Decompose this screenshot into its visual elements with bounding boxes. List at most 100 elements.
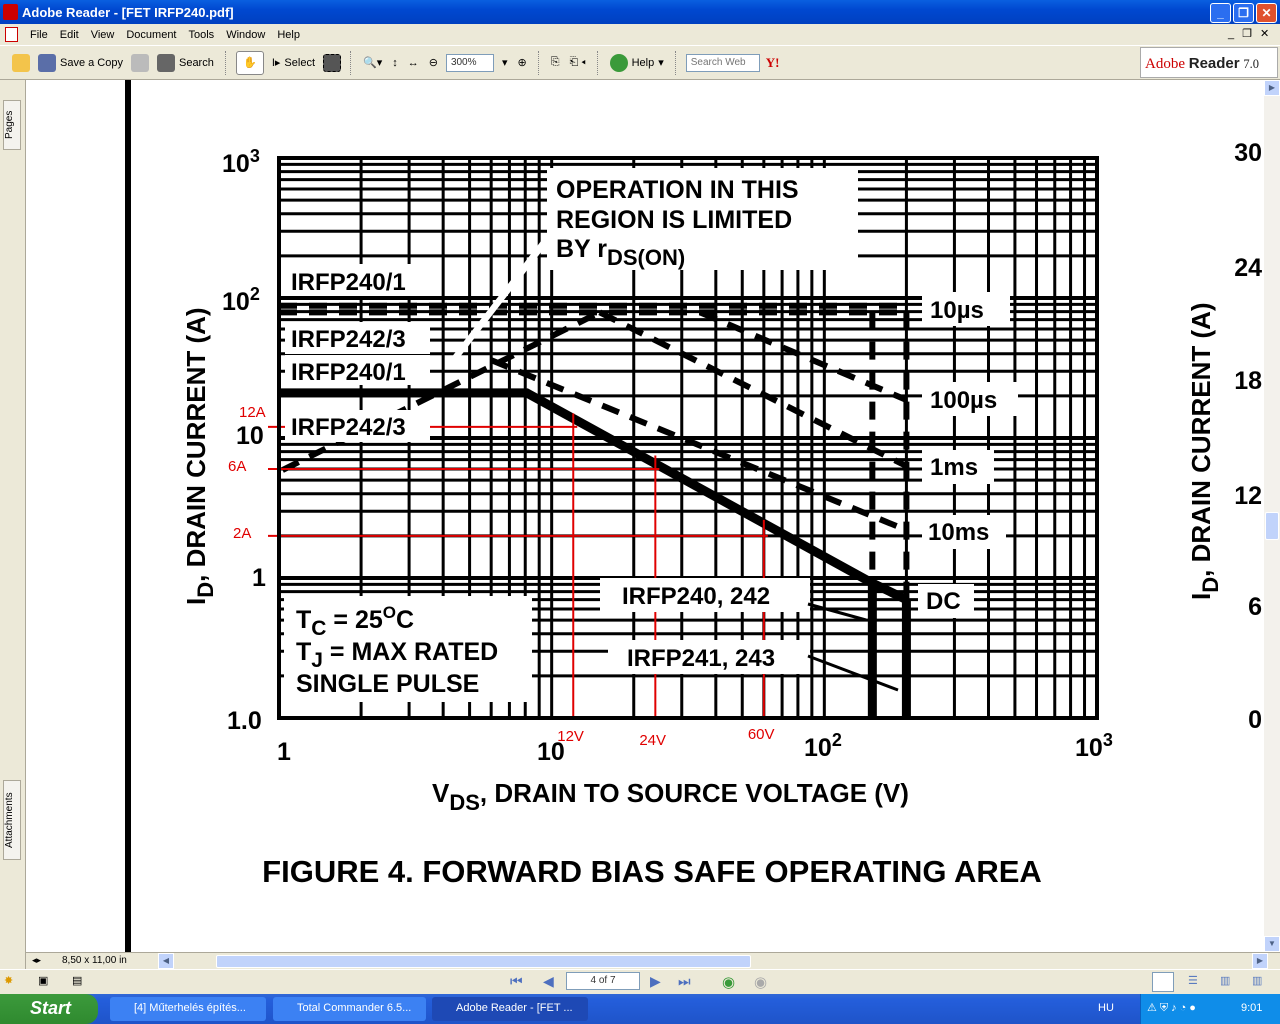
previous-page-button[interactable]: ◀ xyxy=(543,973,554,990)
red-label-voltage: 24V xyxy=(639,732,666,749)
separator xyxy=(596,50,599,75)
right-tick: 12 xyxy=(1234,482,1262,510)
select-label: Select xyxy=(284,56,315,69)
minimize-button[interactable]: _ xyxy=(1210,3,1231,23)
menu-bar: File Edit View Document Tools Window Hel… xyxy=(0,24,1280,45)
scroll-down-button[interactable]: ▼ xyxy=(1264,936,1280,952)
go-back-button[interactable]: ◉ xyxy=(722,973,735,991)
help-button[interactable]: Help ▾ xyxy=(608,51,666,75)
zoom-level-input[interactable]: 300% xyxy=(445,53,494,72)
scroll-left-button[interactable]: ◀ xyxy=(158,953,174,969)
y-tick-100: 102 xyxy=(222,284,260,316)
first-page-button[interactable]: ⏮ xyxy=(510,973,523,990)
y-tick-1000: 103 xyxy=(222,146,260,178)
curve-100-s xyxy=(698,309,908,403)
logo-brand: Adobe xyxy=(1145,56,1185,72)
hand-tool-button[interactable]: ✋ xyxy=(235,50,264,75)
x-tick-1: 1 xyxy=(277,738,291,766)
navigation-pane: Pages Attachments xyxy=(0,80,26,970)
right-tick: 6 xyxy=(1248,593,1262,621)
rotate-page-button[interactable]: ⎘ xyxy=(549,51,562,75)
label-100us: 100µs xyxy=(930,387,997,414)
go-forward-button[interactable]: ◉ xyxy=(754,973,767,991)
sign-icon[interactable]: ✸ xyxy=(4,974,13,987)
right-tick: 0 xyxy=(1248,706,1262,734)
display-icon[interactable]: ▣ xyxy=(38,974,48,987)
pages-tab[interactable]: Pages xyxy=(3,100,21,150)
yahoo-button[interactable]: Y! xyxy=(766,55,780,71)
open-folder-icon[interactable] xyxy=(12,53,30,72)
taskbar-item-total-commander[interactable]: Total Commander 6.5... xyxy=(273,997,426,1021)
split-handle-icon[interactable]: ◂▸ xyxy=(32,955,41,966)
scroll-up-button[interactable]: ▶ xyxy=(1264,80,1280,96)
select-tool-button[interactable]: I▸ Select xyxy=(270,51,317,75)
zoom-in-icon[interactable]: ⊕ xyxy=(515,51,528,75)
fit-width-button[interactable]: ↔ xyxy=(406,51,421,75)
menu-file[interactable]: File xyxy=(24,29,54,41)
right-tick: 30 xyxy=(1234,139,1262,167)
text-cursor-icon: I▸ xyxy=(271,57,281,69)
red-label-current: 6A xyxy=(228,458,246,475)
search-web-input[interactable] xyxy=(685,53,760,72)
scroll-thumb[interactable] xyxy=(1265,512,1279,540)
page-icon[interactable]: ▤ xyxy=(72,974,82,987)
scroll-right-button[interactable]: ▶ xyxy=(1252,953,1268,969)
last-page-button[interactable]: ⏭ xyxy=(678,973,691,990)
menu-edit[interactable]: Edit xyxy=(54,29,85,41)
page-number-input[interactable]: 4 of 7 xyxy=(566,972,640,990)
continuous-facing-view-button[interactable]: ▥ xyxy=(1252,974,1262,987)
snapshot-camera-icon[interactable] xyxy=(323,53,341,72)
menu-view[interactable]: View xyxy=(85,29,121,41)
taskbar-item-firefox[interactable]: [4] Műterhelés építés... xyxy=(110,997,266,1021)
zoom-dropdown-icon[interactable]: ▾ xyxy=(500,51,510,75)
tray-icons[interactable]: ⚠⛨♪◔● xyxy=(1147,1001,1199,1015)
label-dc: DC xyxy=(926,588,961,615)
y-tick-labels: 103 102 10 1 1.0 xyxy=(222,146,266,735)
clock: 9:01 xyxy=(1241,1002,1263,1014)
window-title: Adobe Reader - [FET IRFP240.pdf] xyxy=(22,4,234,20)
logo-product: Reader xyxy=(1188,55,1240,72)
label-irfp241-243: IRFP241, 243 xyxy=(627,645,775,672)
document-window-controls[interactable]: _❐✕ xyxy=(1228,27,1277,40)
vertical-scrollbar[interactable]: ▶ ▼ xyxy=(1264,80,1280,952)
region-note: OPERATION IN THIS REGION IS LIMITED BY r… xyxy=(547,168,858,270)
logo-version: 7.0 xyxy=(1243,57,1259,71)
start-button[interactable]: Start xyxy=(0,994,98,1024)
menu-document[interactable]: Document xyxy=(120,29,182,41)
menu-window[interactable]: Window xyxy=(220,29,271,41)
attachments-tab[interactable]: Attachments xyxy=(3,780,21,860)
horizontal-scroll-thumb[interactable] xyxy=(216,955,751,968)
fit-page-button[interactable]: ↕ xyxy=(390,51,400,75)
page-layout-button[interactable]: ⎗ ◂ xyxy=(568,51,588,75)
zoom-out-icon[interactable]: ⊖ xyxy=(427,51,440,75)
red-label-current: 2A xyxy=(233,525,251,542)
x-tick-1000: 103 xyxy=(1075,730,1113,762)
next-page-button[interactable]: ▶ xyxy=(650,973,661,990)
separator xyxy=(674,50,677,75)
single-page-view-button[interactable] xyxy=(1152,972,1174,992)
label-irfp240-242: IRFP240, 242 xyxy=(622,583,770,610)
print-icon[interactable] xyxy=(130,53,149,72)
right-axis-label: ID, DRAIN CURRENT (A) xyxy=(1186,302,1223,600)
separator xyxy=(350,50,352,75)
close-button[interactable]: ✕ xyxy=(1256,3,1277,23)
right-tick: 24 xyxy=(1234,254,1262,282)
y-tick-1: 1 xyxy=(252,564,266,592)
label-10ms: 10ms xyxy=(928,519,989,546)
facing-view-button[interactable]: ▥ xyxy=(1220,974,1230,987)
save-copy-button[interactable]: Save a Copy xyxy=(36,51,125,75)
save-copy-label: Save a Copy xyxy=(60,56,123,69)
restore-button[interactable]: ❐ xyxy=(1233,3,1254,23)
adobe-reader-icon xyxy=(3,4,18,20)
taskbar-item-adobe-reader[interactable]: Adobe Reader - [FET ... xyxy=(432,997,588,1021)
zoom-in-tool-button[interactable]: 🔍▾ xyxy=(361,51,384,75)
language-indicator[interactable]: HU xyxy=(1098,1002,1114,1014)
continuous-view-button[interactable]: ☰ xyxy=(1188,974,1198,987)
menu-help[interactable]: Help xyxy=(271,29,306,41)
binoculars-icon xyxy=(156,53,175,72)
adobe-reader-logo: Adobe Reader 7.0 xyxy=(1140,47,1278,78)
menu-tools[interactable]: Tools xyxy=(183,29,221,41)
title-bar: Adobe Reader - [FET IRFP240.pdf] _ ❐ ✕ xyxy=(0,0,1280,24)
right-tick-labels: 30 24 18 12 6 0 xyxy=(1234,139,1262,734)
search-button[interactable]: Search xyxy=(155,51,216,75)
